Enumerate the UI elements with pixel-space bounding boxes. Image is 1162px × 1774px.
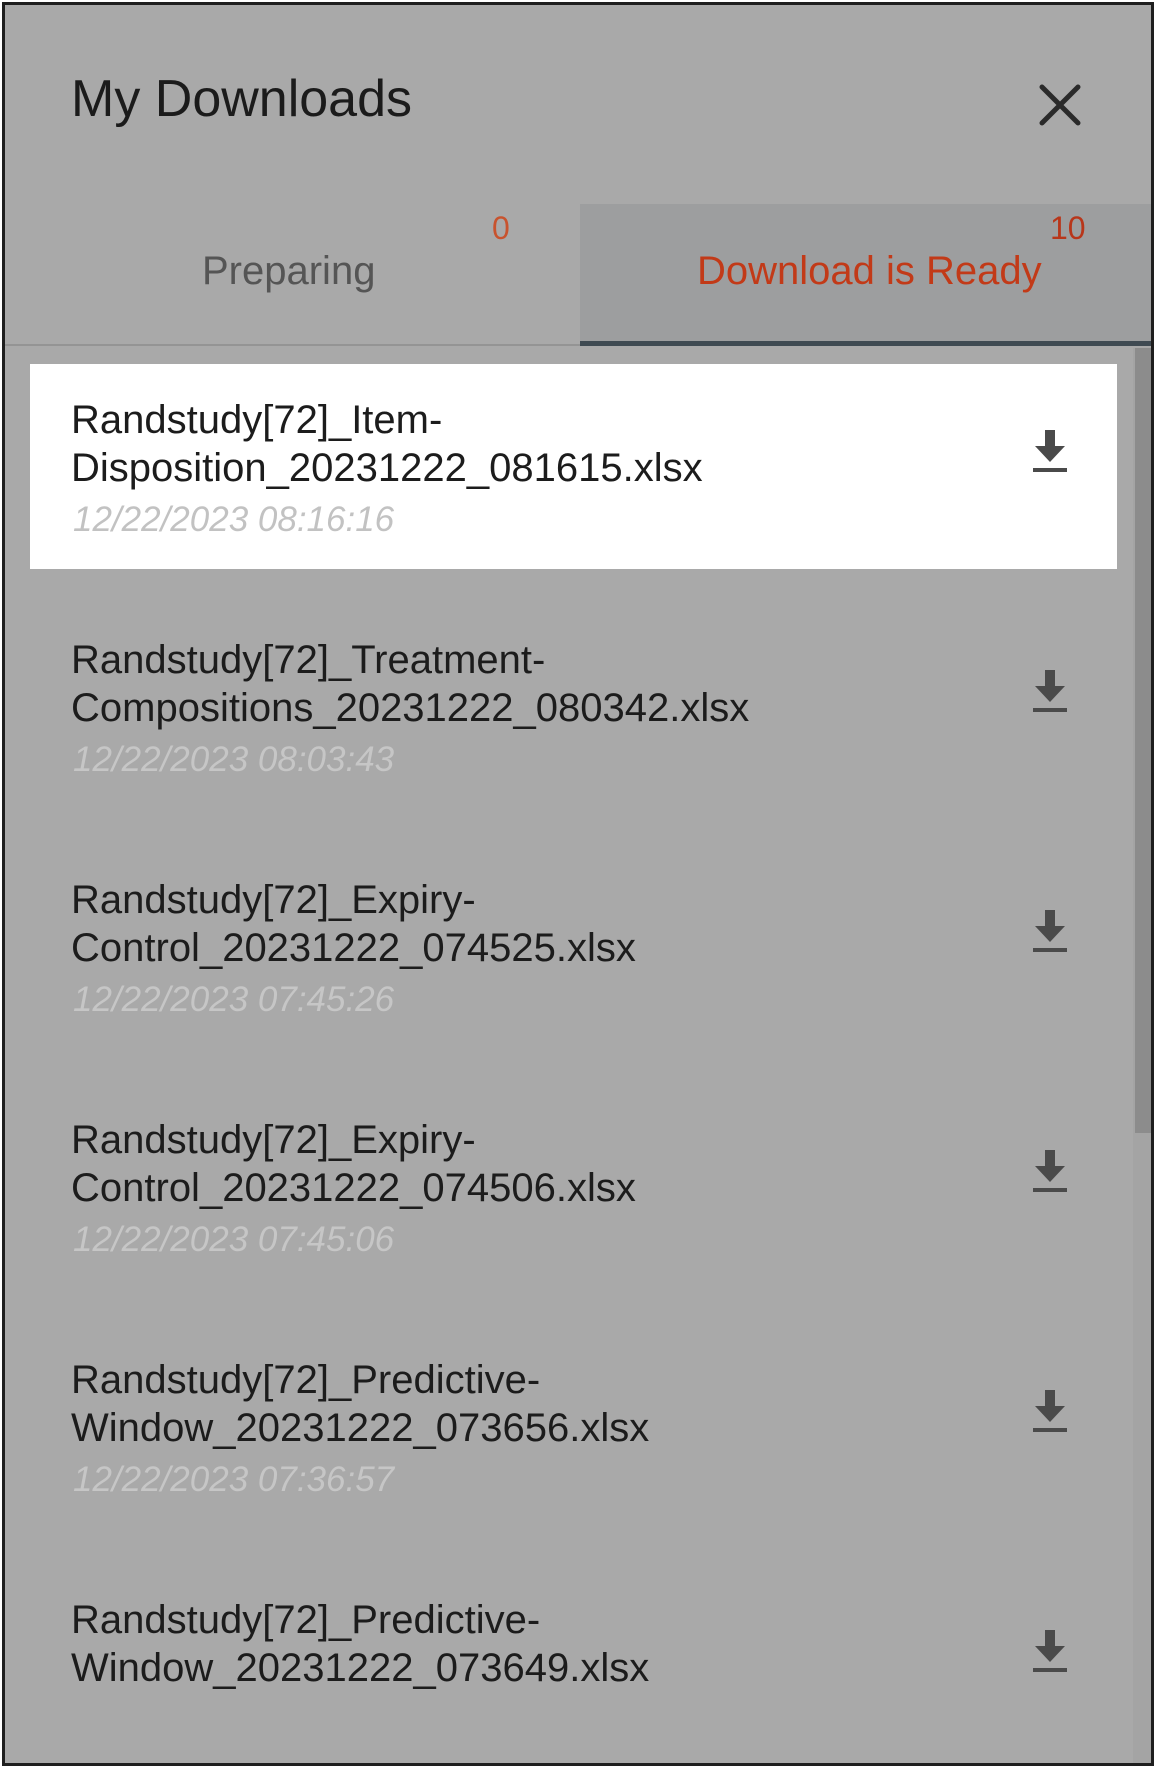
file-timestamp: 12/22/2023 08:16:16 (73, 500, 395, 539)
preparing-count-badge: 0 (492, 210, 510, 246)
download-button[interactable] (1028, 666, 1072, 716)
download-item[interactable]: Randstudy[72]_Expiry- Control_20231222_0… (30, 1084, 1117, 1289)
ready-count-badge: 10 (1050, 210, 1086, 246)
close-button[interactable] (1030, 75, 1090, 135)
download-icon (1033, 1390, 1067, 1432)
close-icon (1039, 84, 1081, 126)
download-item[interactable]: Randstudy[72]_Predictive- Window_2023122… (30, 1564, 1117, 1763)
download-button[interactable] (1028, 1146, 1072, 1196)
download-icon (1033, 910, 1067, 952)
downloads-window: My Downloads 0 Preparing 10 Download is … (2, 2, 1154, 1766)
tab-download-ready[interactable]: 10 Download is Ready (580, 204, 1151, 346)
download-icon (1033, 1630, 1067, 1672)
downloads-panel: My Downloads 0 Preparing 10 Download is … (5, 5, 1151, 1763)
download-button[interactable] (1028, 906, 1072, 956)
file-name: Randstudy[72]_Item- Disposition_20231222… (71, 398, 703, 490)
download-item[interactable]: Randstudy[72]_Expiry- Control_20231222_0… (30, 844, 1117, 1049)
download-item[interactable]: Randstudy[72]_Treatment- Compositions_20… (30, 604, 1117, 809)
download-item[interactable]: Randstudy[72]_Item- Disposition_20231222… (30, 364, 1117, 569)
download-button[interactable] (1028, 1386, 1072, 1436)
file-name: Randstudy[72]_Treatment- Compositions_20… (71, 638, 750, 730)
download-icon (1033, 430, 1067, 472)
file-name: Randstudy[72]_Predictive- Window_2023122… (71, 1358, 650, 1450)
download-icon (1033, 670, 1067, 712)
download-icon (1033, 1150, 1067, 1192)
file-name: Randstudy[72]_Predictive- Window_2023122… (71, 1598, 650, 1690)
file-name: Randstudy[72]_Expiry- Control_20231222_0… (71, 1118, 636, 1210)
download-button[interactable] (1028, 426, 1072, 476)
download-button[interactable] (1028, 1626, 1072, 1676)
tab-preparing[interactable]: 0 Preparing (5, 204, 580, 344)
file-timestamp: 12/22/2023 07:36:57 (73, 1460, 395, 1499)
panel-header: My Downloads (5, 5, 1151, 205)
scrollbar-thumb[interactable] (1135, 348, 1151, 1133)
scrollbar[interactable] (1133, 348, 1151, 1763)
file-timestamp: 12/22/2023 07:45:06 (73, 1220, 395, 1259)
file-timestamp: 12/22/2023 07:45:26 (73, 980, 395, 1019)
downloads-list: Randstudy[72]_Item- Disposition_20231222… (5, 348, 1151, 1763)
download-item[interactable]: Randstudy[72]_Predictive- Window_2023122… (30, 1324, 1117, 1529)
download-tabs: 0 Preparing 10 Download is Ready (5, 204, 1151, 346)
tab-preparing-label: Preparing (202, 249, 376, 293)
tab-download-ready-label: Download is Ready (697, 249, 1042, 293)
file-timestamp: 12/22/2023 08:03:43 (73, 740, 395, 779)
panel-title: My Downloads (71, 70, 413, 128)
file-name: Randstudy[72]_Expiry- Control_20231222_0… (71, 878, 636, 970)
